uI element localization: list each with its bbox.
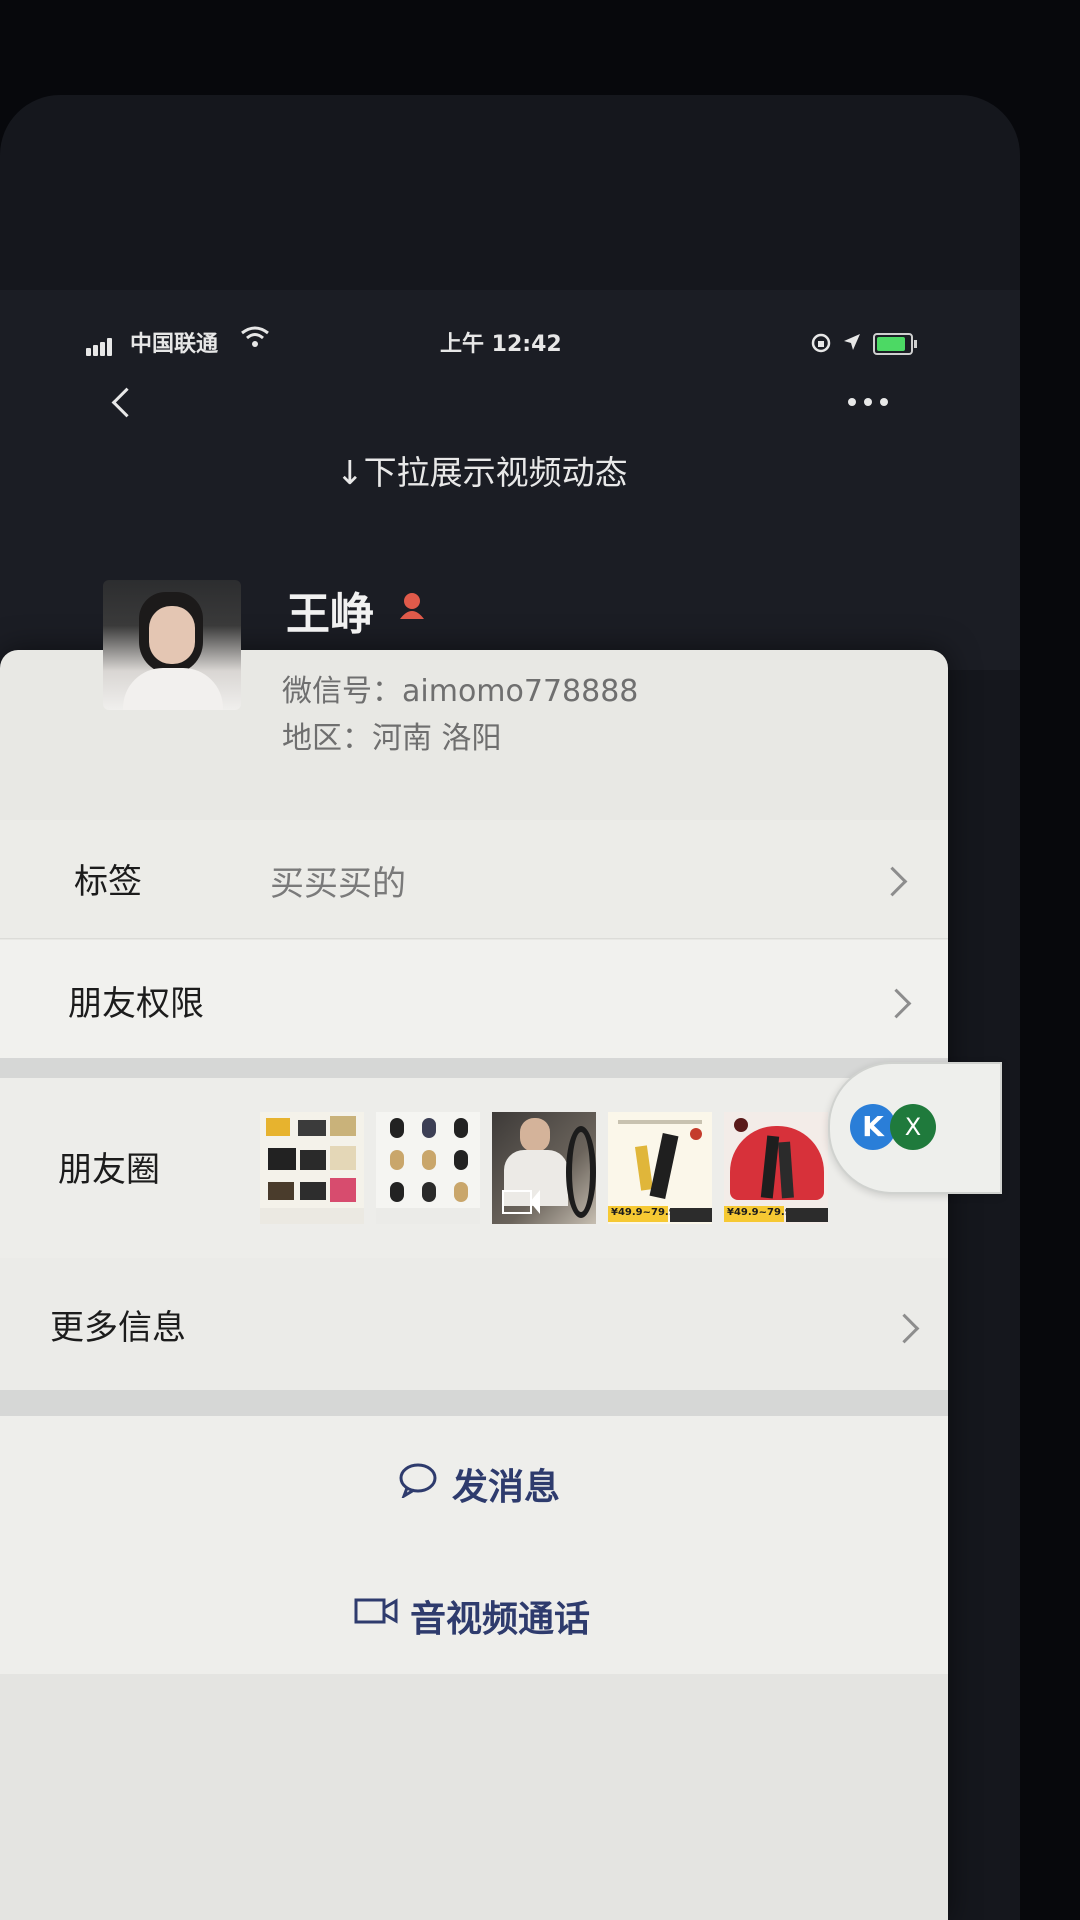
wechat-id: 微信号：aimomo778888 bbox=[282, 674, 639, 709]
location-icon bbox=[844, 334, 860, 350]
wifi-icon bbox=[241, 326, 269, 347]
moment-thumbnail[interactable]: ¥49.9~79.9 bbox=[608, 1112, 712, 1224]
region: 地区：河南 洛阳 bbox=[282, 721, 502, 756]
friend-permissions-row[interactable]: 朋友权限 bbox=[0, 940, 948, 1059]
status-time: 上午 12:42 bbox=[440, 332, 562, 357]
tags-label: 标签 bbox=[74, 862, 142, 902]
friend-permissions-label: 朋友权限 bbox=[68, 984, 204, 1024]
chevron-left-icon bbox=[111, 387, 142, 418]
more-info-row[interactable]: 更多信息 bbox=[0, 1258, 948, 1391]
moments-label: 朋友圈 bbox=[58, 1150, 160, 1190]
video-icon bbox=[502, 1190, 532, 1214]
send-message-label: 发消息 bbox=[452, 1467, 561, 1508]
section-divider bbox=[0, 1058, 948, 1078]
moment-thumbnail[interactable]: ¥49.9~79.9 bbox=[724, 1112, 828, 1224]
avatar[interactable] bbox=[103, 580, 241, 710]
tags-row[interactable]: 标签 买买买的 bbox=[0, 820, 948, 939]
x-badge-icon: X bbox=[890, 1104, 936, 1150]
video-call-label: 音视频通话 bbox=[410, 1599, 591, 1640]
pull-down-hint: ↓下拉展示视频动态 bbox=[336, 453, 628, 492]
section-divider bbox=[0, 1390, 948, 1416]
back-button[interactable] bbox=[108, 386, 142, 418]
price-label: ¥49.9~79.9 bbox=[611, 1207, 676, 1218]
profile-name: 王峥 bbox=[286, 589, 374, 640]
moment-video-thumbnail[interactable] bbox=[492, 1112, 596, 1224]
chat-bubble-icon bbox=[399, 1463, 437, 1498]
send-message-button[interactable]: 发消息 bbox=[0, 1416, 948, 1543]
more-button[interactable] bbox=[848, 398, 890, 410]
chevron-right-icon bbox=[889, 1313, 920, 1344]
chevron-right-icon bbox=[881, 988, 912, 1019]
orientation-lock-icon bbox=[811, 333, 831, 353]
floating-assistant-bubble[interactable]: K X bbox=[828, 1062, 1002, 1194]
more-info-label: 更多信息 bbox=[50, 1308, 186, 1348]
price-label: ¥49.9~79.9 bbox=[727, 1207, 792, 1218]
video-call-button[interactable]: 音视频通话 bbox=[0, 1542, 948, 1675]
moment-thumbnail[interactable] bbox=[376, 1112, 480, 1224]
moment-thumbnail[interactable] bbox=[260, 1112, 364, 1224]
female-icon bbox=[400, 593, 424, 619]
video-camera-icon bbox=[354, 1598, 398, 1624]
chevron-right-icon bbox=[877, 866, 908, 897]
battery-icon bbox=[873, 333, 917, 355]
tags-value: 买买买的 bbox=[270, 864, 406, 904]
ellipsis-icon bbox=[848, 398, 890, 406]
bottom-empty-area bbox=[0, 1674, 948, 1920]
carrier-name: 中国联通 bbox=[130, 332, 219, 357]
cellular-signal-icon bbox=[86, 331, 114, 356]
